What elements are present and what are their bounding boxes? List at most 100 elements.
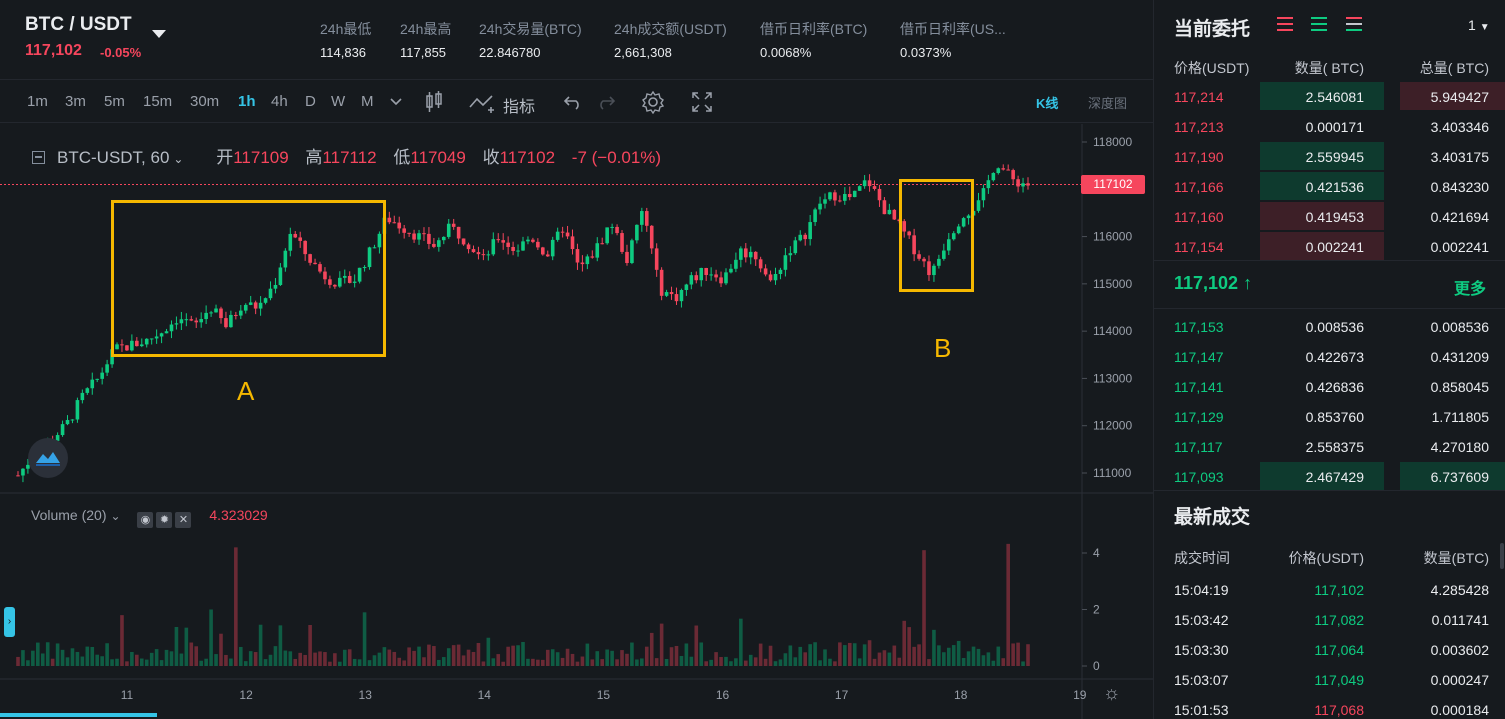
volume-bar <box>278 625 283 666</box>
time-tick-label: 13 <box>359 688 373 702</box>
candle-body <box>828 192 832 200</box>
collapse-legend-icon[interactable] <box>32 151 45 164</box>
orderbook-ask-row[interactable]: 117,160 0.419453 0.421694 <box>1154 201 1505 231</box>
volume-bar <box>31 650 35 666</box>
chart-scrollbar[interactable] <box>0 713 157 717</box>
redo-icon[interactable] <box>596 94 616 110</box>
volume-bar <box>818 660 822 666</box>
volume-bar <box>159 660 164 666</box>
fullscreen-icon[interactable] <box>691 91 713 113</box>
candle-body <box>21 468 25 476</box>
indicators-button[interactable]: 指标 <box>503 93 535 117</box>
candle-body <box>85 388 90 393</box>
volume-bar <box>605 649 609 666</box>
settings-gear-icon[interactable]: ✹ <box>156 512 173 528</box>
chevron-down-icon[interactable] <box>389 97 403 107</box>
orderbook-ask-row[interactable]: 117,190 2.559945 3.403175 <box>1154 141 1505 171</box>
timeframe-4h[interactable]: 4h <box>271 93 288 110</box>
volume-bar <box>783 653 788 666</box>
volume-bar <box>179 653 184 666</box>
orderbook-asks-mode-icon[interactable] <box>1277 17 1293 31</box>
orderbook-ask-row[interactable]: 117,214 2.546081 5.949427 <box>1154 81 1505 111</box>
candle-body <box>803 234 808 240</box>
candle-body <box>585 256 590 265</box>
volume-bar <box>283 650 288 666</box>
chart-toolbar: 1m 3m 5m 15m 30m 1h 4h D W M 指标 K线 深度图 <box>0 81 1153 123</box>
candle-body <box>709 274 713 276</box>
orderbook-bid-row[interactable]: 117,129 0.853760 1.711805 <box>1154 401 1505 431</box>
timeframe-m[interactable]: M <box>361 93 374 110</box>
more-button[interactable]: 更多 <box>1454 275 1486 299</box>
volume-bar <box>694 625 699 666</box>
annotation-label-b: B <box>934 333 952 363</box>
candle-body <box>659 269 664 296</box>
bid-total: 6.737609 <box>1430 469 1489 485</box>
orderbook-ask-row[interactable]: 117,166 0.421536 0.843230 <box>1154 171 1505 201</box>
chevron-down-icon[interactable]: ⌄ <box>173 152 183 166</box>
pair-selector[interactable]: BTC / USDT <box>25 14 132 36</box>
caret-down-icon[interactable] <box>152 30 166 38</box>
tab-depth-chart[interactable]: 深度图 <box>1088 93 1127 112</box>
volume-label[interactable]: Volume (20) <box>31 507 106 523</box>
volume-bar <box>377 652 382 666</box>
high-value: 117112 <box>322 148 377 167</box>
annotation-label-a: A <box>237 376 255 406</box>
stat-label: 24h最低 <box>320 21 372 37</box>
close-icon[interactable]: ✕ <box>175 512 192 528</box>
timeframe-15m[interactable]: 15m <box>143 93 172 110</box>
legend-symbol[interactable]: BTC-USDT, 60 <box>57 148 169 167</box>
stat-24h-volume: 24h交易量(BTC) 22.846780 <box>479 19 582 60</box>
volume-bar <box>704 661 708 666</box>
orderbook-bid-row[interactable]: 117,153 0.008536 0.008536 <box>1154 311 1505 341</box>
timeframe-3m[interactable]: 3m <box>65 93 86 110</box>
timeframe-5m[interactable]: 5m <box>104 93 125 110</box>
orderbook-ask-row[interactable]: 117,154 0.002241 0.002241 <box>1154 231 1505 261</box>
logo-badge[interactable] <box>28 438 68 478</box>
time-tick-label: 16 <box>716 688 730 702</box>
undo-icon[interactable] <box>563 94 583 110</box>
timeframe-1m[interactable]: 1m <box>27 93 48 110</box>
trade-price: 117,049 <box>1314 672 1364 688</box>
trade-price: 117,102 <box>1314 582 1364 598</box>
visibility-eye-icon[interactable]: ◉ <box>137 512 154 528</box>
volume-bar <box>100 656 104 666</box>
candle-body <box>778 269 783 275</box>
volume-bar <box>615 659 619 666</box>
orderbook-ask-row[interactable]: 117,213 0.000171 3.403346 <box>1154 111 1505 141</box>
volume-bar <box>21 650 25 666</box>
candle-body <box>580 262 585 265</box>
timeframe-30m[interactable]: 30m <box>190 93 219 110</box>
settings-gear-icon[interactable] <box>641 90 665 114</box>
candle-body <box>719 277 723 284</box>
stat-label: 24h最高 <box>400 21 452 37</box>
mountain-logo-icon <box>36 452 60 466</box>
candle-body <box>991 173 996 181</box>
timeframe-1h[interactable]: 1h <box>238 93 256 110</box>
orderbook-both-mode-icon[interactable] <box>1345 17 1362 31</box>
volume-bar <box>748 654 753 666</box>
current-price-tag: 117102 <box>1081 175 1145 194</box>
timeframe-d[interactable]: D <box>305 93 316 110</box>
volume-bar <box>417 646 421 666</box>
trades-scrollbar[interactable] <box>1500 543 1504 569</box>
theme-toggle-sun-icon[interactable]: ☼ <box>1103 683 1120 705</box>
candle-body <box>1001 168 1006 170</box>
volume-bar <box>65 657 70 666</box>
orderbook-bid-row[interactable]: 117,141 0.426836 0.858045 <box>1154 371 1505 401</box>
candle-body <box>823 199 827 204</box>
precision-select[interactable]: 1 ▼ <box>1468 17 1490 33</box>
indicators-icon[interactable] <box>468 93 498 113</box>
candle-body <box>65 420 70 425</box>
candle-body <box>724 272 728 284</box>
orderbook-bid-row[interactable]: 117,093 2.467429 6.737609 <box>1154 461 1505 491</box>
orderbook-bid-row[interactable]: 117,147 0.422673 0.431209 <box>1154 341 1505 371</box>
orderbook-bid-row[interactable]: 117,117 2.558375 4.270180 <box>1154 431 1505 461</box>
candlestick-type-icon[interactable] <box>424 90 444 114</box>
side-panel-toggle[interactable]: › <box>4 607 15 637</box>
tab-kline[interactable]: K线 <box>1036 93 1058 112</box>
volume-bar <box>590 659 595 666</box>
timeframe-w[interactable]: W <box>331 93 345 110</box>
orderbook-bids-mode-icon[interactable] <box>1311 17 1328 31</box>
chevron-down-icon[interactable]: ⌄ <box>110 509 120 523</box>
volume-bar <box>981 655 986 666</box>
